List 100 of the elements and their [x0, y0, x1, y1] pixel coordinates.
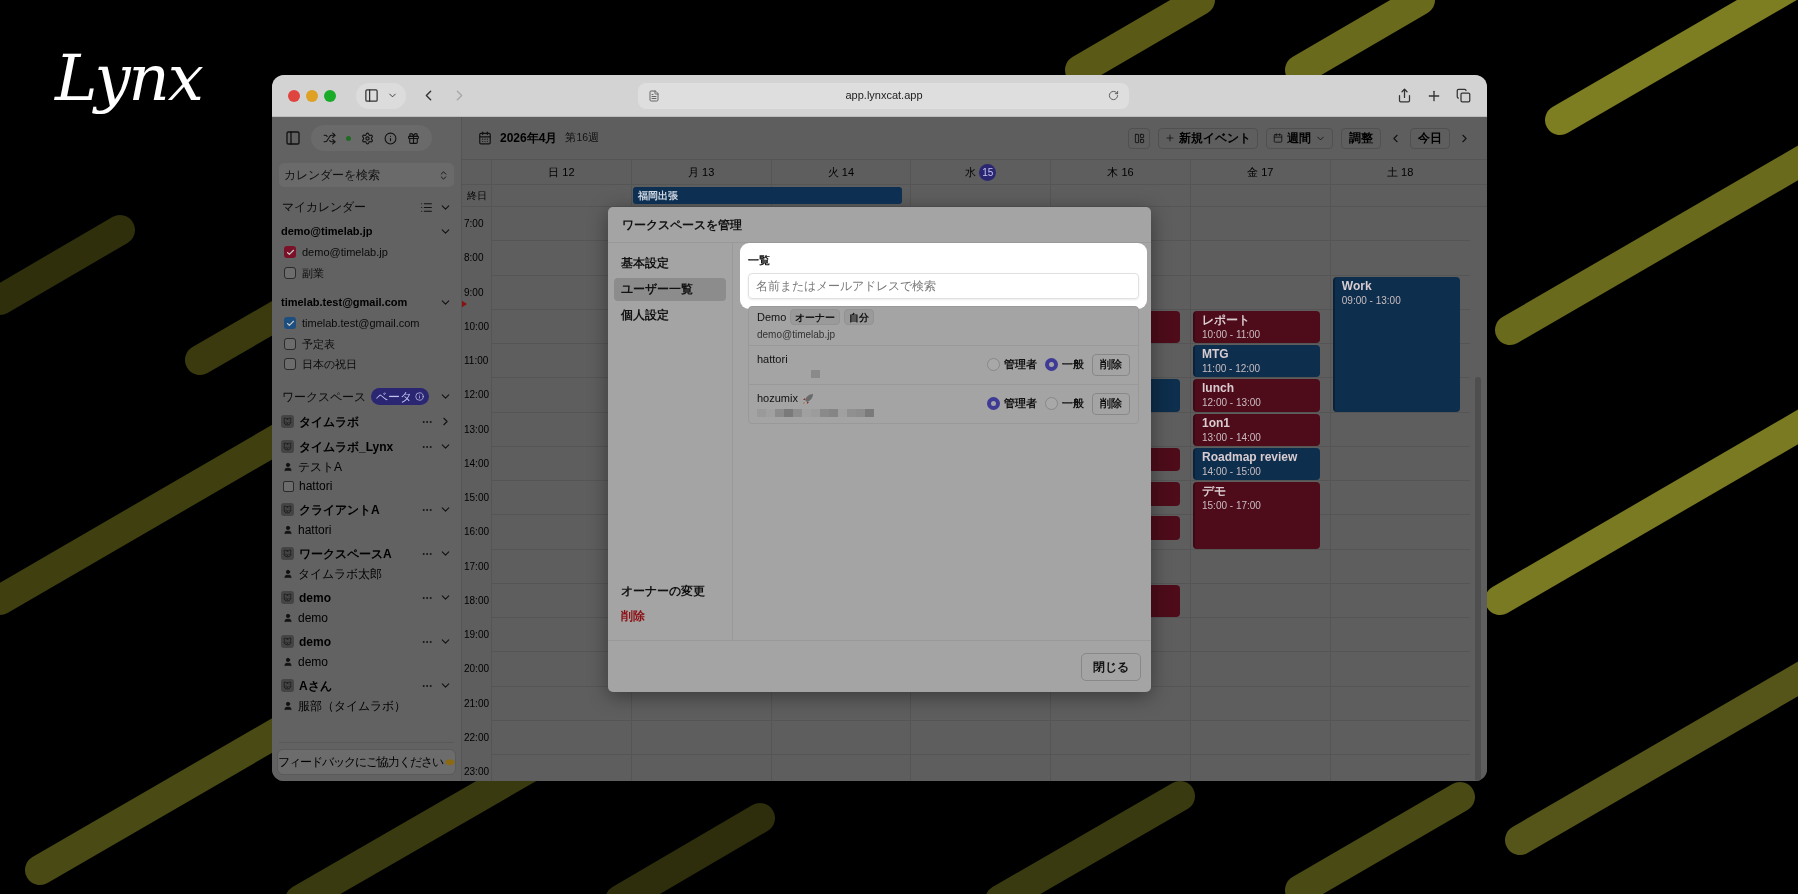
event-title: MTG	[1202, 347, 1230, 362]
radio-label: 管理者	[1004, 395, 1037, 411]
share-icon[interactable]	[1397, 88, 1412, 103]
nav-item[interactable]: ユーザー一覧	[614, 278, 726, 301]
time-label: 22:00	[464, 731, 490, 743]
event-time: 10:00 - 11:00	[1202, 327, 1262, 341]
address-bar[interactable]: app.lynxcat.app	[638, 82, 1129, 109]
workspace-name[interactable]: タイムラボ_Lynx	[299, 437, 394, 456]
delete-button[interactable]: 削除	[1092, 392, 1130, 415]
workspace-cat-icon	[281, 547, 294, 560]
brand-logo: Lynx	[55, 40, 202, 117]
new-event-button[interactable]: 新規イベント	[1158, 127, 1258, 149]
nav-item[interactable]: オーナーの変更	[614, 581, 726, 603]
member-name: hattori	[299, 478, 333, 495]
workspace-name[interactable]: demo	[299, 632, 331, 651]
person-icon	[283, 613, 293, 623]
radio-label: 一般	[1062, 395, 1084, 411]
reload-icon[interactable]	[1108, 90, 1119, 101]
gift-icon[interactable]	[407, 131, 420, 145]
workspace-name[interactable]: タイムラボ	[299, 412, 359, 431]
radio-button[interactable]	[987, 358, 1000, 371]
delete-button[interactable]: 削除	[1092, 353, 1130, 376]
event-title: デモ	[1202, 484, 1227, 499]
minimize-window-button[interactable]	[306, 89, 318, 102]
calendar-name[interactable]: demo@timelab.jp	[302, 244, 388, 261]
member-name: hattori	[757, 352, 788, 368]
view-dropdown[interactable]: 週間	[1266, 127, 1333, 149]
close-button[interactable]: 閉じる	[1081, 652, 1141, 681]
radio-button[interactable]	[1045, 397, 1058, 410]
checkbox[interactable]	[284, 246, 296, 259]
event-card[interactable]: レポート 10:00 - 11:00	[1193, 310, 1320, 343]
person-icon	[283, 462, 293, 472]
time-label: 8:00	[464, 252, 484, 264]
workspace-cat-icon	[281, 415, 294, 428]
time-label: 15:00	[464, 492, 490, 503]
calendar-name[interactable]: timelab.test@gmail.com	[302, 315, 420, 332]
time-label: 9:00	[464, 286, 484, 298]
shuffle-icon[interactable]	[323, 131, 336, 145]
all-day-event[interactable]: 福岡出張	[632, 187, 902, 204]
settings-icon[interactable]	[361, 131, 374, 145]
calendar-name[interactable]: 予定表	[302, 335, 335, 352]
calendar-name[interactable]: 日本の祝日	[302, 356, 357, 373]
event-card[interactable]: デモ 15:00 - 17:00	[1193, 482, 1320, 549]
person-icon	[283, 569, 293, 579]
event-card[interactable]: Work 09:00 - 13:00	[1332, 276, 1460, 412]
radio-button[interactable]	[1045, 358, 1058, 371]
calendar-search-field[interactable]: カレンダーを検索	[279, 163, 454, 187]
day-header: 火 14	[770, 160, 911, 184]
all-day-label: 終日	[466, 189, 487, 203]
member-name: テストA	[298, 459, 342, 476]
member-name: タイムラボ太郎	[298, 566, 382, 583]
dialog-title: ワークスペースを管理	[622, 216, 742, 234]
day-header: 水 15	[910, 160, 1051, 184]
role-tag: 自分	[844, 309, 875, 325]
zoom-window-button[interactable]	[324, 89, 336, 102]
radio-button[interactable]	[987, 397, 1000, 410]
event-card[interactable]: 1on1 13:00 - 14:00	[1193, 413, 1320, 446]
day-header: 土 18	[1329, 160, 1470, 184]
sidebar-toggle-icon[interactable]	[285, 130, 301, 146]
member-name: 服部（タイムラボ）	[298, 698, 406, 715]
member-name: demo	[298, 654, 329, 671]
member-search-field[interactable]: 名前またはメールアドレスで検索	[748, 272, 1139, 299]
time-label: 7:00	[464, 218, 484, 229]
sidebar-toggle-button[interactable]	[356, 82, 406, 109]
event-card[interactable]: Roadmap review 14:00 - 15:00	[1193, 447, 1320, 480]
checkbox[interactable]	[284, 317, 296, 330]
time-label: 13:00	[464, 423, 490, 435]
member-name: Demo	[757, 309, 787, 325]
list-icon[interactable]	[420, 200, 433, 214]
workspace-name[interactable]: demo	[299, 588, 331, 607]
checkbox[interactable]	[284, 337, 296, 350]
layout-button[interactable]	[1128, 127, 1150, 149]
tabs-icon[interactable]	[1456, 88, 1471, 103]
member-name: hattori	[298, 522, 332, 539]
event-time: 13:00 - 14:00	[1202, 430, 1262, 444]
layout-icon	[1133, 132, 1145, 144]
checkbox[interactable]	[284, 358, 296, 371]
member-name: demo	[298, 610, 329, 627]
person-icon	[283, 657, 293, 667]
event-card[interactable]: lunch 12:00 - 13:00	[1193, 379, 1320, 412]
checkbox[interactable]	[283, 480, 294, 492]
calendar-name[interactable]: 副業	[302, 264, 324, 281]
workspace-name[interactable]: Aさん	[299, 676, 332, 695]
calendar-icon	[478, 131, 492, 145]
sidebar-icon	[364, 88, 379, 103]
role-tag: オーナー	[790, 309, 841, 325]
adjust-button[interactable]: 調整	[1341, 127, 1381, 149]
event-title: Work	[1341, 278, 1373, 294]
url-text: app.lynxcat.app	[845, 88, 923, 104]
close-window-button[interactable]	[288, 89, 300, 102]
checkbox[interactable]	[284, 266, 296, 279]
workspace-name[interactable]: クライアントA	[299, 500, 380, 519]
nav-item[interactable]: 削除	[614, 606, 726, 628]
today-button[interactable]: 今日	[1410, 127, 1450, 149]
member-email: demo@timelab.jp	[757, 328, 836, 343]
workspace-name[interactable]: ワークスペースA	[299, 544, 392, 563]
info-icon[interactable]	[384, 131, 397, 145]
day-header: 木 16	[1050, 160, 1190, 184]
feedback-button[interactable]: フィードバックにご協力ください	[277, 749, 456, 775]
event-card[interactable]: MTG 11:00 - 12:00	[1193, 345, 1320, 378]
